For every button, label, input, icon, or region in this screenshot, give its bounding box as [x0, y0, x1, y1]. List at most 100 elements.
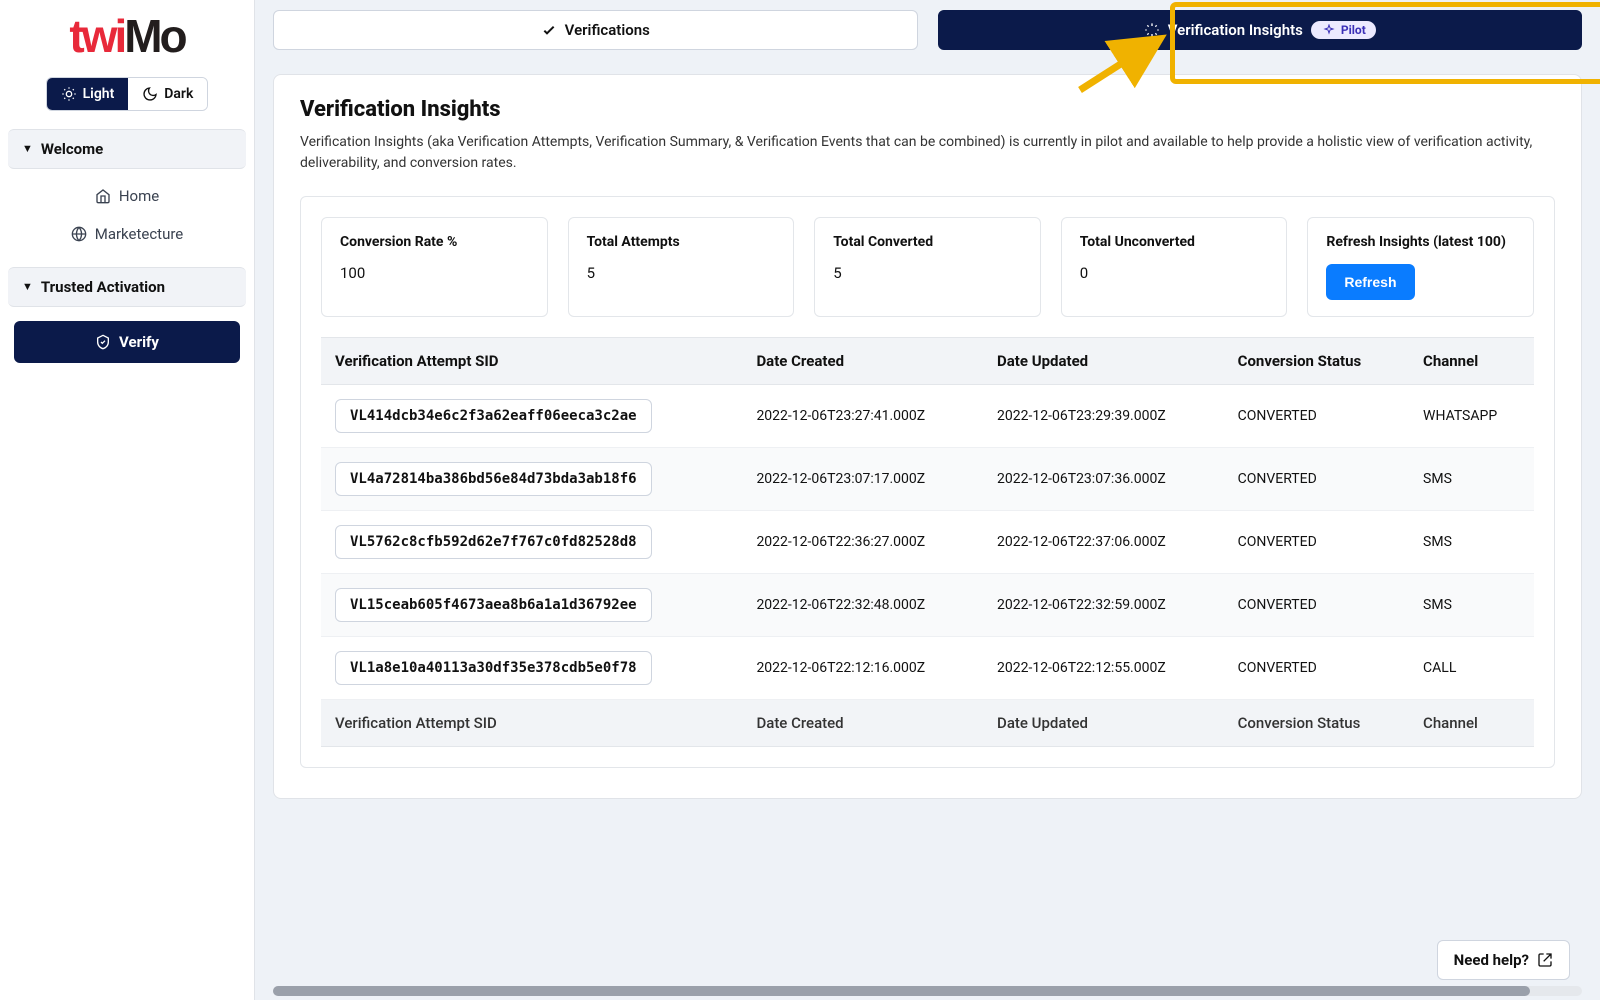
- tabs-row: Verifications Verification Insights Pilo…: [273, 10, 1582, 50]
- check-icon: [541, 22, 557, 38]
- theme-toggle[interactable]: Light Dark: [46, 77, 209, 111]
- refresh-button[interactable]: Refresh: [1326, 264, 1414, 300]
- table-row: VL5762c8cfb592d62e7f767c0fd82528d8 2022-…: [321, 511, 1534, 574]
- stats-container: Conversion Rate % 100 Total Attempts 5 T…: [300, 196, 1555, 768]
- stat-total-converted-value: 5: [833, 264, 1022, 282]
- external-link-icon: [1537, 952, 1553, 968]
- stat-total-unconverted-value: 0: [1080, 264, 1269, 282]
- cell-created: 2022-12-06T23:27:41.000Z: [742, 385, 983, 448]
- verify-button-label: Verify: [119, 333, 159, 351]
- cell-channel: SMS: [1409, 448, 1534, 511]
- tab-verification-insights[interactable]: Verification Insights Pilot: [938, 10, 1583, 50]
- cell-channel: CALL: [1409, 637, 1534, 700]
- cell-created: 2022-12-06T23:07:17.000Z: [742, 448, 983, 511]
- theme-dark-option[interactable]: Dark: [128, 78, 207, 110]
- home-icon: [95, 188, 111, 204]
- cell-status: CONVERTED: [1224, 385, 1409, 448]
- need-help-button[interactable]: Need help?: [1437, 940, 1570, 980]
- moon-icon: [142, 86, 158, 102]
- cell-status: CONVERTED: [1224, 511, 1409, 574]
- shield-check-icon: [95, 334, 111, 350]
- sparkle-small-icon: [1321, 24, 1337, 36]
- table-footer-row: Verification Attempt SID Date Created Da…: [321, 700, 1534, 747]
- brand-logo: twiMo: [0, 18, 254, 55]
- chevron-down-icon: ▼: [22, 280, 33, 293]
- brand-part2: Mo: [124, 18, 184, 55]
- table-header-row: Verification Attempt SID Date Created Da…: [321, 338, 1534, 385]
- stat-conversion-rate-label: Conversion Rate %: [340, 234, 529, 250]
- col-channel: Channel: [1409, 338, 1534, 385]
- fcol-channel: Channel: [1409, 700, 1534, 747]
- globe-icon: [71, 226, 87, 242]
- sidebar-item-home[interactable]: Home: [8, 177, 246, 215]
- stat-total-unconverted-label: Total Unconverted: [1080, 234, 1269, 250]
- stat-total-converted-label: Total Converted: [833, 234, 1022, 250]
- sid-chip[interactable]: VL1a8e10a40113a30df35e378cdb5e0f78: [335, 651, 652, 685]
- tab-verifications[interactable]: Verifications: [273, 10, 918, 50]
- horizontal-scrollbar[interactable]: [273, 986, 1582, 996]
- stat-refresh: Refresh Insights (latest 100) Refresh: [1307, 217, 1534, 317]
- col-sid: Verification Attempt SID: [321, 338, 742, 385]
- cell-updated: 2022-12-06T23:07:36.000Z: [983, 448, 1224, 511]
- insights-card: Verification Insights Verification Insig…: [273, 74, 1582, 799]
- sidebar-home-label: Home: [119, 187, 159, 205]
- stat-refresh-label: Refresh Insights (latest 100): [1326, 234, 1515, 250]
- theme-light-label: Light: [83, 86, 115, 102]
- table-row: VL414dcb34e6c2f3a62eaff06eeca3c2ae 2022-…: [321, 385, 1534, 448]
- sidebar: twiMo Light Dark ▼ Welcome Home Markete: [0, 0, 255, 1000]
- sid-chip[interactable]: VL15ceab605f4673aea8b6a1a1d36792ee: [335, 588, 652, 622]
- sid-chip[interactable]: VL5762c8cfb592d62e7f767c0fd82528d8: [335, 525, 652, 559]
- fcol-updated: Date Updated: [983, 700, 1224, 747]
- cell-updated: 2022-12-06T22:32:59.000Z: [983, 574, 1224, 637]
- stat-total-converted: Total Converted 5: [814, 217, 1041, 317]
- pilot-badge: Pilot: [1311, 21, 1376, 39]
- cell-updated: 2022-12-06T22:37:06.000Z: [983, 511, 1224, 574]
- sparkle-icon: [1144, 22, 1160, 38]
- stat-conversion-rate-value: 100: [340, 264, 529, 282]
- fcol-sid: Verification Attempt SID: [321, 700, 742, 747]
- sidebar-item-marketecture[interactable]: Marketecture: [8, 215, 246, 253]
- main-content: Verifications Verification Insights Pilo…: [255, 0, 1600, 1000]
- cell-updated: 2022-12-06T23:29:39.000Z: [983, 385, 1224, 448]
- sid-chip[interactable]: VL4a72814ba386bd56e84d73bda3ab18f6: [335, 462, 652, 496]
- cell-channel: WHATSAPP: [1409, 385, 1534, 448]
- theme-light-option[interactable]: Light: [47, 78, 129, 110]
- tab-insights-label: Verification Insights: [1168, 21, 1303, 39]
- scrollbar-thumb[interactable]: [273, 986, 1530, 996]
- sidebar-welcome-label: Welcome: [41, 140, 103, 158]
- sidebar-marketecture-label: Marketecture: [95, 225, 184, 243]
- need-help-label: Need help?: [1454, 951, 1529, 969]
- col-status: Conversion Status: [1224, 338, 1409, 385]
- stats-row: Conversion Rate % 100 Total Attempts 5 T…: [321, 217, 1534, 317]
- sidebar-welcome-items: Home Marketecture: [0, 169, 254, 267]
- cell-updated: 2022-12-06T22:12:55.000Z: [983, 637, 1224, 700]
- brand-part1: twi: [69, 18, 124, 55]
- col-created: Date Created: [742, 338, 983, 385]
- page-title: Verification Insights: [300, 97, 1555, 122]
- stat-total-attempts-label: Total Attempts: [587, 234, 776, 250]
- tab-verifications-label: Verifications: [565, 21, 650, 39]
- sidebar-section-trusted-activation[interactable]: ▼ Trusted Activation: [8, 267, 246, 307]
- col-updated: Date Updated: [983, 338, 1224, 385]
- table-row: VL4a72814ba386bd56e84d73bda3ab18f6 2022-…: [321, 448, 1534, 511]
- cell-status: CONVERTED: [1224, 574, 1409, 637]
- sidebar-section-welcome[interactable]: ▼ Welcome: [8, 129, 246, 169]
- cell-created: 2022-12-06T22:32:48.000Z: [742, 574, 983, 637]
- stat-total-attempts: Total Attempts 5: [568, 217, 795, 317]
- cell-channel: SMS: [1409, 511, 1534, 574]
- page-description: Verification Insights (aka Verification …: [300, 132, 1555, 174]
- insights-table: Verification Attempt SID Date Created Da…: [321, 337, 1534, 747]
- table-body: VL414dcb34e6c2f3a62eaff06eeca3c2ae 2022-…: [321, 385, 1534, 700]
- sid-chip[interactable]: VL414dcb34e6c2f3a62eaff06eeca3c2ae: [335, 399, 652, 433]
- stat-total-attempts-value: 5: [587, 264, 776, 282]
- fcol-status: Conversion Status: [1224, 700, 1409, 747]
- table-row: VL1a8e10a40113a30df35e378cdb5e0f78 2022-…: [321, 637, 1534, 700]
- cell-channel: SMS: [1409, 574, 1534, 637]
- cell-created: 2022-12-06T22:36:27.000Z: [742, 511, 983, 574]
- sun-icon: [61, 86, 77, 102]
- cell-status: CONVERTED: [1224, 637, 1409, 700]
- table-row: VL15ceab605f4673aea8b6a1a1d36792ee 2022-…: [321, 574, 1534, 637]
- theme-dark-label: Dark: [164, 86, 193, 102]
- fcol-created: Date Created: [742, 700, 983, 747]
- verify-button[interactable]: Verify: [14, 321, 240, 363]
